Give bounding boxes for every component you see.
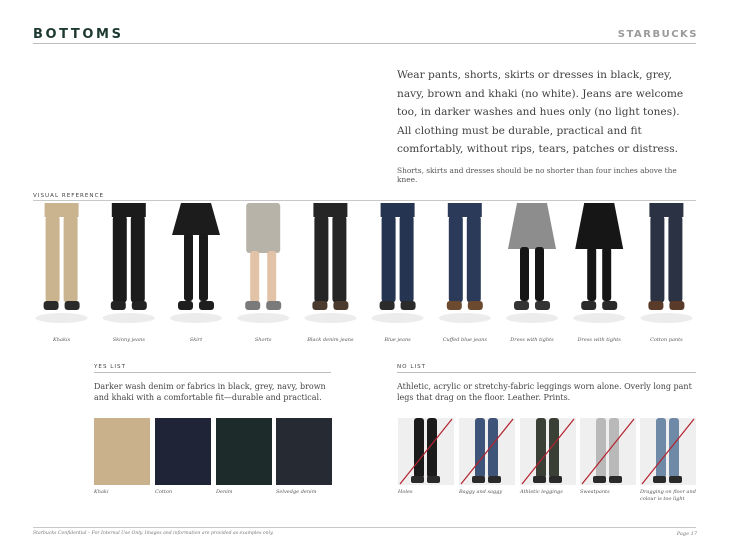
footer-disclaimer: Starbucks Confidential – For Internal Us…	[33, 531, 274, 536]
reference-figure	[237, 203, 290, 323]
header-divider	[33, 43, 696, 44]
no-example-caption: Athletic leggings	[520, 489, 563, 495]
reference-figure	[170, 203, 222, 323]
strike-through-line	[641, 418, 695, 485]
reference-figure	[438, 203, 491, 323]
figure-caption: Black denim jeans	[307, 337, 354, 343]
figure-caption: Dress with tights	[510, 337, 554, 343]
no-example-figure	[399, 418, 453, 485]
figure-caption: Skirt	[189, 337, 203, 343]
swatch-caption: Khaki	[94, 489, 109, 495]
no-list-divider	[397, 372, 696, 373]
no-example-caption: Baggy and saggy	[459, 489, 503, 495]
fabric-swatch	[155, 418, 211, 485]
reference-figure	[640, 203, 693, 323]
visual-reference-label: VISUAL REFERENCE	[33, 193, 105, 199]
no-example-caption: Sweatpants	[580, 489, 610, 495]
figure-caption: Blue jeans	[384, 337, 411, 343]
no-list-label: NO LIST	[397, 364, 427, 370]
swatch-caption: Selvedge denim	[276, 489, 317, 495]
no-example-figure	[641, 418, 695, 485]
reference-figure	[573, 203, 626, 323]
no-example-photo	[459, 418, 515, 485]
figure-caption: Shorts	[254, 337, 272, 343]
strike-through-line	[399, 418, 453, 485]
no-example-figure	[521, 418, 575, 485]
fabric-swatch	[216, 418, 272, 485]
fabric-swatch	[94, 418, 150, 485]
no-example-figure	[581, 418, 635, 485]
figure-caption: Dress with tights	[577, 337, 621, 343]
no-example-photo	[580, 418, 636, 485]
no-example-caption: Holes	[398, 489, 413, 495]
reference-figure	[35, 203, 88, 323]
yes-list-divider	[94, 372, 331, 373]
page-number: Page 17	[676, 531, 697, 537]
figure-caption: Cuffed blue jeans	[442, 337, 487, 343]
no-example-photo	[398, 418, 454, 485]
reference-figure	[371, 203, 424, 323]
length-note: Shorts, skirts and dresses should be no …	[397, 166, 677, 184]
yes-list-description: Darker wash denim or fabrics in black, g…	[94, 382, 326, 403]
strike-through-line	[521, 418, 575, 485]
intro-paragraph: Wear pants, shorts, skirts or dresses in…	[397, 69, 684, 156]
fabric-swatch	[276, 418, 332, 485]
no-example-photo	[520, 418, 576, 485]
no-example-caption: Dragging on floor and colour is too ligh…	[640, 489, 696, 502]
figure-caption: Khakis	[53, 337, 71, 343]
footer-divider	[33, 527, 696, 528]
brand-wordmark: STARBUCKS	[617, 29, 698, 40]
yes-list-label: YES LIST	[94, 364, 127, 370]
page-title: BOTTOMS	[33, 27, 124, 42]
strike-through-line	[581, 418, 635, 485]
no-example-photo	[640, 418, 696, 485]
figure-caption: Cotton pants	[650, 337, 683, 343]
no-example-figure	[460, 418, 514, 485]
swatch-caption: Cotton	[155, 489, 173, 495]
reference-figure	[102, 203, 155, 323]
visual-reference-photos	[35, 203, 693, 323]
no-list-description: Athletic, acrylic or stretchy-fabric leg…	[397, 382, 692, 403]
swatch-caption: Denim	[216, 489, 233, 495]
reference-figure	[506, 203, 558, 323]
reference-figure	[304, 203, 357, 323]
figure-caption: Skinny jeans	[112, 337, 145, 343]
strike-through-line	[460, 418, 514, 485]
